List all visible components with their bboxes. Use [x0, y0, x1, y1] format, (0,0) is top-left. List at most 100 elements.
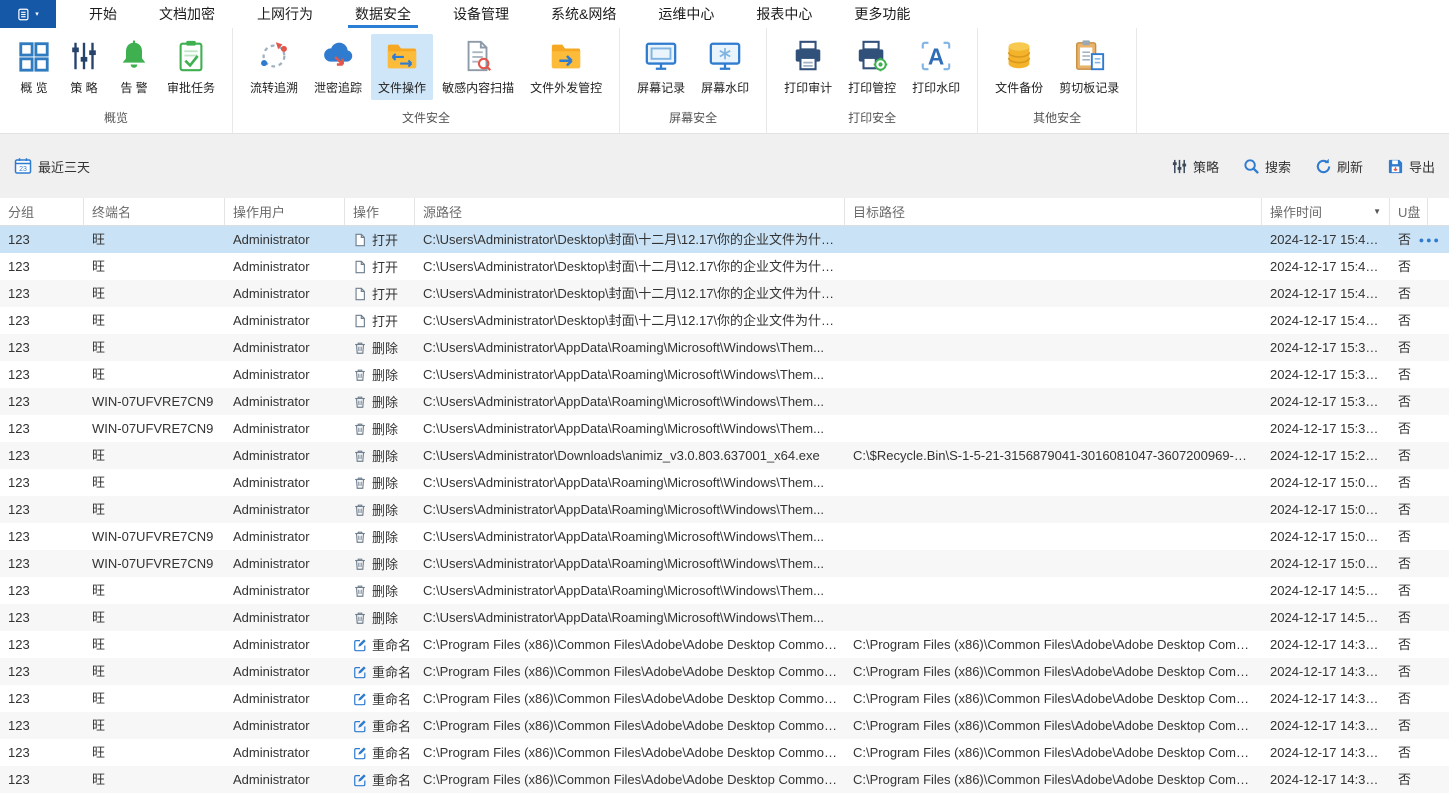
cell-time: 2024-12-17 15:30:00 [1262, 388, 1390, 415]
ribbon-group-label: 概览 [2, 107, 230, 133]
table-row[interactable]: 123旺Administrator打开C:\Users\Administrato… [0, 307, 1449, 334]
ribbon-item-alert-bell[interactable]: 告 警 [110, 34, 158, 100]
table-row[interactable]: 123旺Administrator打开C:\Users\Administrato… [0, 253, 1449, 280]
ribbon-item-leak-trace[interactable]: 泄密追踪 [307, 34, 369, 100]
cell-user: Administrator [225, 415, 345, 442]
table-row[interactable]: 123WIN-07UFVRE7CN9Administrator删除C:\User… [0, 388, 1449, 415]
ribbon-item-file-backup[interactable]: 文件备份 [988, 34, 1050, 100]
sort-desc-icon[interactable]: ▼ [1369, 207, 1381, 216]
tab-doc-encryption[interactable]: 文档加密 [138, 0, 236, 28]
tab-report-center[interactable]: 报表中心 [735, 0, 833, 28]
tab-device-management[interactable]: 设备管理 [432, 0, 530, 28]
column-header-source-path[interactable]: 源路径 [415, 198, 845, 225]
table-row[interactable]: 123旺Administrator重命名C:\Program Files (x8… [0, 739, 1449, 766]
cell-src: C:\Users\Administrator\AppData\Roaming\M… [415, 550, 845, 577]
table-row[interactable]: 123旺Administrator重命名C:\Program Files (x8… [0, 685, 1449, 712]
column-header-usb[interactable]: U盘 [1390, 198, 1428, 225]
cell-group: 123 [0, 469, 84, 496]
ribbon-item-screen-watermark[interactable]: 屏幕水印 [694, 34, 756, 100]
tab-web-behavior[interactable]: 上网行为 [236, 0, 334, 28]
table-row[interactable]: 123WIN-07UFVRE7CN9Administrator删除C:\User… [0, 415, 1449, 442]
cell-dst [845, 550, 1262, 577]
tab-ops-center[interactable]: 运维中心 [637, 0, 735, 28]
table-row[interactable]: 123旺Administrator打开C:\Users\Administrato… [0, 226, 1449, 253]
table-row[interactable]: 123旺Administrator删除C:\Users\Administrato… [0, 577, 1449, 604]
table-row[interactable]: 123WIN-07UFVRE7CN9Administrator删除C:\User… [0, 523, 1449, 550]
cell-src: C:\Program Files (x86)\Common Files\Adob… [415, 712, 845, 739]
cell-dst [845, 469, 1262, 496]
cell-usb: 否 [1390, 577, 1428, 604]
cell-src: C:\Users\Administrator\AppData\Roaming\M… [415, 577, 845, 604]
tab-more-features[interactable]: 更多功能 [833, 0, 931, 28]
toolbar-policy-button[interactable]: 策略 [1171, 157, 1219, 176]
cell-usb: 否 [1390, 253, 1428, 280]
ribbon-item-print-control[interactable]: 打印管控 [841, 34, 903, 100]
ribbon-group-overview: 概 览策 略告 警审批任务概览 [0, 28, 233, 133]
ribbon-item-file-outgoing[interactable]: 文件外发管控 [523, 34, 609, 100]
trash-icon [353, 422, 367, 436]
ribbon-item-file-operations[interactable]: 文件操作 [371, 34, 433, 100]
app-menu-button[interactable]: ▾ [0, 0, 56, 28]
print-watermark-icon [919, 39, 953, 73]
ribbon-item-clipboard-record[interactable]: 剪切板记录 [1052, 34, 1126, 100]
ribbon-item-flow-trace[interactable]: 流转追溯 [243, 34, 305, 100]
table-row[interactable]: 123旺Administrator打开C:\Users\Administrato… [0, 280, 1449, 307]
table-row[interactable]: 123旺Administrator删除C:\Users\Administrato… [0, 469, 1449, 496]
cell-dst: C:\Program Files (x86)\Common Files\Adob… [845, 658, 1262, 685]
ribbon-item-sensitive-scan[interactable]: 敏感内容扫描 [435, 34, 521, 100]
table-row[interactable]: 123旺Administrator删除C:\Users\Administrato… [0, 604, 1449, 631]
cell-group: 123 [0, 550, 84, 577]
date-range-filter[interactable]: 最近三天 [14, 157, 90, 176]
trash-icon [353, 530, 367, 544]
table-row[interactable]: 123旺Administrator重命名C:\Program Files (x8… [0, 766, 1449, 793]
table-row[interactable]: 123旺Administrator删除C:\Users\Administrato… [0, 496, 1449, 523]
cell-op: 重命名 [345, 739, 415, 766]
column-header-user[interactable]: 操作用户 [225, 198, 345, 225]
cell-terminal: 旺 [84, 766, 225, 793]
toolbar-search-button[interactable]: 搜索 [1243, 157, 1291, 176]
file-outgoing-icon [549, 39, 583, 73]
cell-terminal: 旺 [84, 334, 225, 361]
cell-op: 删除 [345, 577, 415, 604]
column-header-group[interactable]: 分组 [0, 198, 84, 225]
column-header-terminal[interactable]: 终端名 [84, 198, 225, 225]
cell-terminal: 旺 [84, 739, 225, 766]
ribbon-item-approval-tasks[interactable]: 审批任务 [160, 34, 222, 100]
cell-usb: 否 [1390, 415, 1428, 442]
table-row[interactable]: 123旺Administrator重命名C:\Program Files (x8… [0, 658, 1449, 685]
cell-dst [845, 577, 1262, 604]
table-row[interactable]: 123旺Administrator删除C:\Users\Administrato… [0, 442, 1449, 469]
cell-op: 打开 [345, 307, 415, 334]
cell-dst [845, 415, 1262, 442]
table-row[interactable]: 123旺Administrator删除C:\Users\Administrato… [0, 334, 1449, 361]
trash-icon [353, 503, 367, 517]
ribbon-group-other-security: 文件备份剪切板记录其他安全 [978, 28, 1137, 133]
ribbon-item-print-watermark[interactable]: 打印水印 [905, 34, 967, 100]
toolbar-export-button[interactable]: 导出 [1387, 157, 1435, 176]
cell-dst [845, 280, 1262, 307]
cell-time: 2024-12-17 15:44:37 [1262, 226, 1390, 253]
toolbar-refresh-button[interactable]: 刷新 [1315, 157, 1363, 176]
ribbon-item-print-audit[interactable]: 打印审计 [777, 34, 839, 100]
ribbon-item-policy[interactable]: 策 略 [60, 34, 108, 100]
column-header-target-path[interactable]: 目标路径 [845, 198, 1262, 225]
cell-usb: 否 [1390, 469, 1428, 496]
cell-src: C:\Users\Administrator\Desktop\封面\十二月\12… [415, 253, 845, 280]
cell-user: Administrator [225, 523, 345, 550]
row-actions-more-button[interactable]: ●●● [1419, 226, 1441, 253]
column-header-operation-time[interactable]: 操作时间▼ [1262, 198, 1390, 225]
table-row[interactable]: 123旺Administrator删除C:\Users\Administrato… [0, 361, 1449, 388]
ribbon-item-screen-record[interactable]: 屏幕记录 [630, 34, 692, 100]
cell-group: 123 [0, 766, 84, 793]
ribbon-item-overview[interactable]: 概 览 [10, 34, 58, 100]
table-row[interactable]: 123WIN-07UFVRE7CN9Administrator删除C:\User… [0, 550, 1449, 577]
tab-data-security[interactable]: 数据安全 [334, 0, 432, 28]
cell-src: C:\Users\Administrator\Desktop\封面\十二月\12… [415, 307, 845, 334]
table-row[interactable]: 123旺Administrator重命名C:\Program Files (x8… [0, 712, 1449, 739]
print-audit-icon [791, 39, 825, 73]
cell-src: C:\Users\Administrator\Downloads\animiz_… [415, 442, 845, 469]
table-row[interactable]: 123旺Administrator重命名C:\Program Files (x8… [0, 631, 1449, 658]
column-header-operation[interactable]: 操作 [345, 198, 415, 225]
tab-system-network[interactable]: 系统&网络 [530, 0, 637, 28]
tab-start[interactable]: 开始 [68, 0, 138, 28]
